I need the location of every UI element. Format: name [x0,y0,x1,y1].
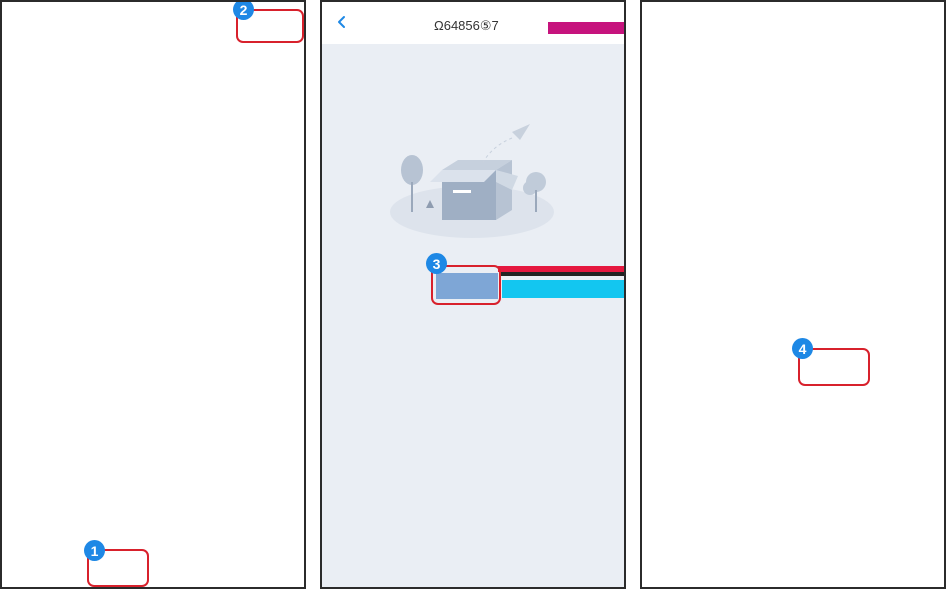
step-badge-1: 1 [84,540,105,561]
screen-panel-1: 2 1 [0,0,306,589]
screen-panel-3: 4 [640,0,946,589]
empty-box-icon [390,124,554,238]
title-overlay-mark [548,22,624,34]
step-badge-3: 3 [426,253,447,274]
app-bar: Ω64856⑤7 [322,2,624,44]
glitch-overlay-dark [500,272,624,276]
page-title: Ω64856⑤7 [434,18,499,33]
screen-panel-2: Ω64856⑤7 3 [320,0,626,589]
step-badge-2: 2 [233,2,254,20]
step-badge-4: 4 [792,338,813,359]
chevron-left-icon[interactable] [334,14,350,30]
glitch-overlay-cyan [502,280,624,298]
